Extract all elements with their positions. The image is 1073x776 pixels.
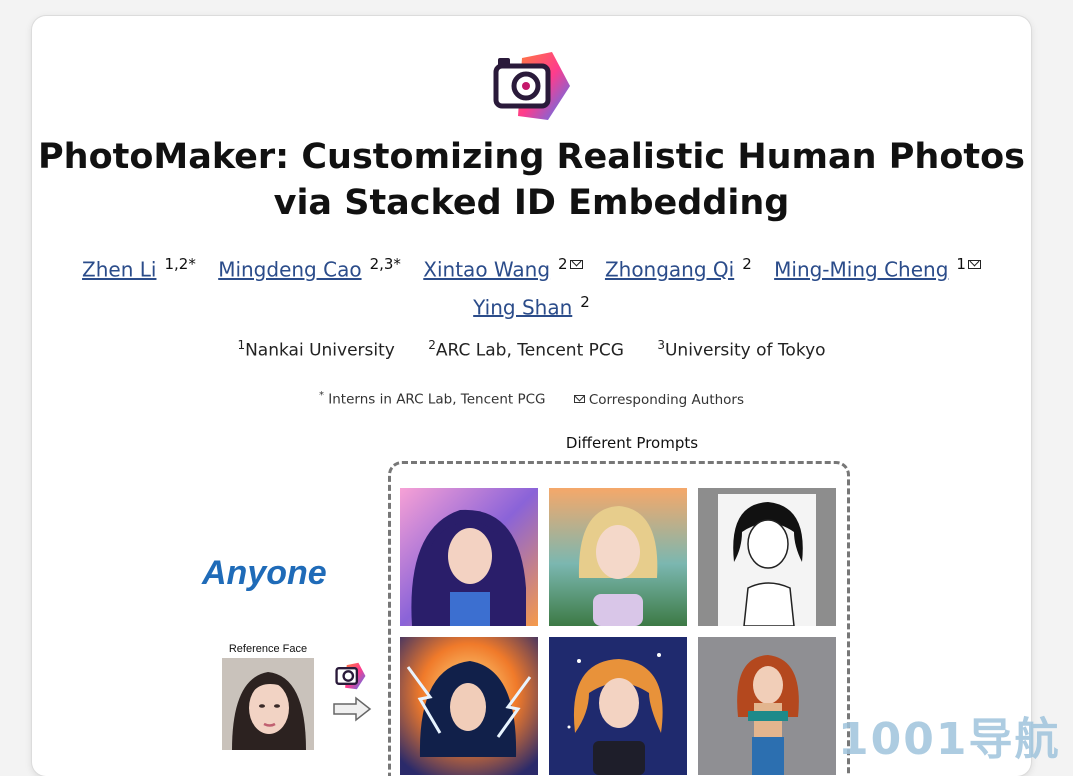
reference-face-image [222, 658, 314, 750]
author-item: Ying Shan 2 [473, 286, 590, 324]
project-page-card: PhotoMaker: Customizing Realistic Human … [32, 16, 1031, 776]
author-link-xintao-wang[interactable]: Xintao Wang [423, 258, 550, 282]
author-item: Ming-Ming Cheng 1 [774, 248, 981, 286]
generated-image-6 [698, 637, 836, 775]
page-title: PhotoMaker: Customizing Realistic Human … [32, 134, 1031, 226]
anyone-label: Anyone [202, 554, 327, 592]
title-line-2: via Stacked ID Embedding [273, 183, 790, 223]
photomaker-small-logo-icon [335, 662, 366, 690]
reference-face-label: Reference Face [228, 643, 308, 655]
right-arrow-icon [333, 696, 372, 722]
affiliation-item: 2ARC Lab, Tencent PCG [428, 338, 624, 361]
generated-image-1 [400, 488, 538, 626]
author-link-zhongang-qi[interactable]: Zhongang Qi [605, 258, 734, 282]
author-affil-sup: 2,3* [369, 255, 401, 273]
author-item: Mingdeng Cao 2,3* [218, 248, 401, 286]
affiliation-item: 3University of Tokyo [657, 338, 826, 361]
photomaker-logo-icon [493, 52, 570, 120]
generated-image-3 [698, 488, 836, 626]
author-affil-sup: 1,2* [164, 255, 196, 273]
author-link-zhen-li[interactable]: Zhen Li [82, 258, 156, 282]
interns-note: * Interns in ARC Lab, Tencent PCG [318, 390, 546, 408]
mail-icon [967, 260, 981, 269]
mail-icon [573, 394, 585, 403]
generated-image-2 [549, 488, 687, 626]
author-affil-sup: 2 [742, 255, 752, 273]
site-watermark: 1001导航 [838, 714, 1061, 765]
author-link-mingdeng-cao[interactable]: Mingdeng Cao [218, 258, 361, 282]
footnotes: * Interns in ARC Lab, Tencent PCG Corres… [32, 390, 1031, 408]
corresponding-note: Corresponding Authors [573, 392, 744, 408]
author-link-ming-ming-cheng[interactable]: Ming-Ming Cheng [774, 258, 948, 282]
author-item: Zhen Li 1,2* [82, 248, 196, 286]
author-affil-sup: 2 [580, 292, 590, 311]
generated-image-5 [549, 637, 687, 775]
author-item: Zhongang Qi 2 [605, 248, 752, 286]
author-affil-sup: 1 [956, 255, 981, 273]
author-link-ying-shan[interactable]: Ying Shan [473, 295, 572, 319]
different-prompts-label: Different Prompts [565, 434, 699, 452]
author-list: Zhen Li 1,2* Mingdeng Cao 2,3* Xintao Wang… [72, 248, 991, 323]
affiliation-item: 1Nankai University [237, 338, 395, 361]
mail-icon [569, 260, 583, 269]
generated-image-4 [400, 637, 538, 775]
affiliation-list: 1Nankai University 2ARC Lab, Tencent PCG… [32, 338, 1031, 361]
author-affil-sup: 2 [558, 255, 583, 273]
title-line-1: PhotoMaker: Customizing Realistic Human … [38, 137, 1025, 177]
author-item: Xintao Wang 2 [423, 248, 583, 286]
